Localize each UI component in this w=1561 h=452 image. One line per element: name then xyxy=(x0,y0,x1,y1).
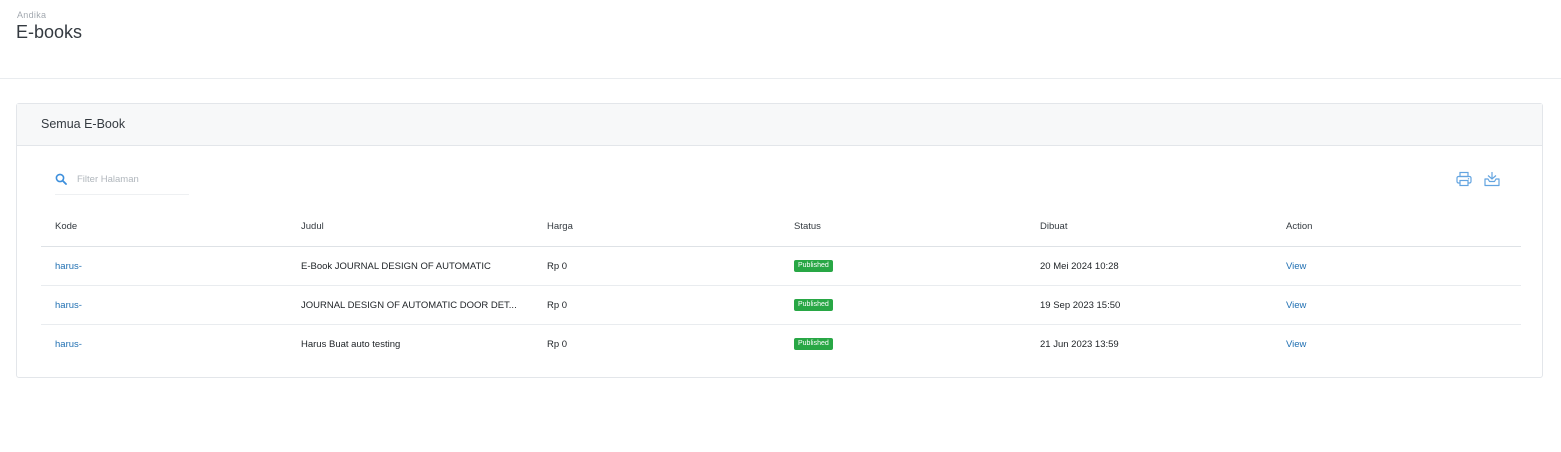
search-input[interactable] xyxy=(77,174,187,185)
row-kode-link[interactable]: harus- xyxy=(55,261,82,272)
column-header-kode[interactable]: Kode xyxy=(55,210,77,246)
row-judul: Harus Buat auto testing xyxy=(301,338,401,350)
card-header: Semua E-Book xyxy=(17,104,1542,146)
printer-icon[interactable] xyxy=(1455,170,1473,188)
download-tray-icon[interactable] xyxy=(1483,170,1501,188)
status-badge: Published xyxy=(794,338,833,350)
view-link[interactable]: View xyxy=(1286,300,1306,311)
row-judul: JOURNAL DESIGN OF AUTOMATIC DOOR DET... xyxy=(301,299,517,311)
column-header-action: Action xyxy=(1286,220,1313,232)
view-link[interactable]: View xyxy=(1286,261,1306,272)
column-header-harga[interactable]: Harga xyxy=(547,210,573,246)
ebook-card: Semua E-Book Kode Judul Harga Status xyxy=(16,103,1543,378)
column-header-judul[interactable]: Judul xyxy=(301,210,324,246)
row-dibuat: 19 Sep 2023 15:50 xyxy=(1040,299,1121,311)
card-title: Semua E-Book xyxy=(41,117,126,131)
table-header: Kode Judul Harga Status Dibuat Action xyxy=(41,210,1521,247)
table-row: harus- Harus Buat auto testing Rp 0 Publ… xyxy=(41,325,1521,363)
row-harga: Rp 0 xyxy=(547,299,568,311)
table-row: harus- E-Book JOURNAL DESIGN OF AUTOMATI… xyxy=(41,247,1521,286)
column-header-dibuat[interactable]: Dibuat xyxy=(1040,210,1067,246)
search-icon xyxy=(55,173,67,185)
row-kode-link[interactable]: harus- xyxy=(55,339,82,350)
breadcrumb[interactable]: Andika xyxy=(17,10,46,20)
row-harga: Rp 0 xyxy=(547,260,568,272)
column-header-status[interactable]: Status xyxy=(794,210,821,246)
ebook-table: Kode Judul Harga Status Dibuat Action ha… xyxy=(41,210,1521,363)
table-row: harus- JOURNAL DESIGN OF AUTOMATIC DOOR … xyxy=(41,286,1521,325)
page-title: E-books xyxy=(16,22,83,42)
row-dibuat: 21 Jun 2023 13:59 xyxy=(1040,338,1119,350)
search-box xyxy=(55,170,189,195)
row-dibuat: 20 Mei 2024 10:28 xyxy=(1040,260,1119,272)
status-badge: Published xyxy=(794,260,833,272)
row-kode-link[interactable]: harus- xyxy=(55,300,82,311)
row-harga: Rp 0 xyxy=(547,338,568,350)
page-header: Andika E-books xyxy=(0,0,1561,79)
view-link[interactable]: View xyxy=(1286,339,1306,350)
row-judul: E-Book JOURNAL DESIGN OF AUTOMATIC xyxy=(301,260,491,272)
status-badge: Published xyxy=(794,299,833,311)
table-toolbar xyxy=(41,166,1521,196)
